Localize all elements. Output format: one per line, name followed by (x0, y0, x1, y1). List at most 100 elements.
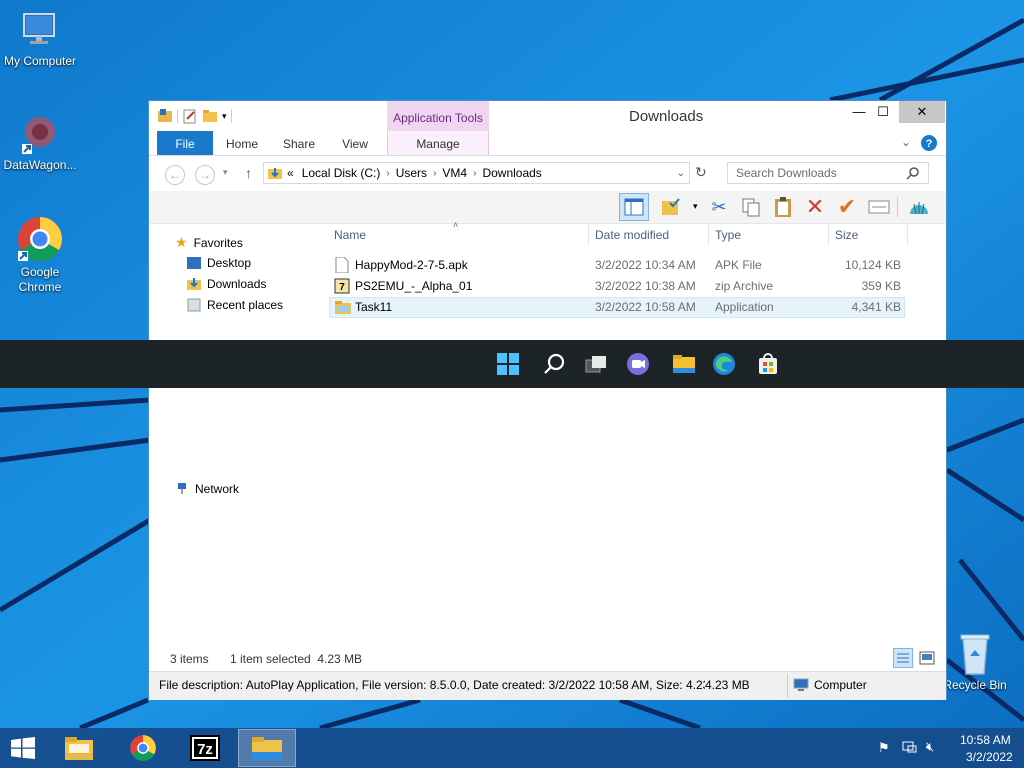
tab-view[interactable]: View (333, 131, 377, 155)
address-bar[interactable]: « Local Disk (C:) › Users › VM4 › Downlo… (263, 162, 690, 184)
ribbon-tabs: File Home Share View Manage ⌄ ? (149, 131, 946, 156)
quick-access-toolbar: ▾ (157, 108, 232, 124)
file-row[interactable]: 7 PS2EMU_-_Alpha_01 3/2/2022 10:38 AM zi… (329, 276, 905, 297)
store-icon[interactable] (756, 352, 780, 376)
edge-icon[interactable] (712, 352, 736, 376)
qat-dropdown-icon[interactable]: ▾ (222, 111, 227, 122)
datawagon-icon (22, 117, 55, 154)
file-explorer-icon[interactable] (672, 352, 696, 376)
rename-button[interactable]: ✔ (835, 194, 859, 219)
tab-home[interactable]: Home (219, 131, 265, 155)
clock-date[interactable]: 3/2/2022 (966, 750, 1013, 764)
tab-file[interactable]: File (157, 131, 213, 155)
maximize-button[interactable]: ☐ (867, 101, 899, 123)
preview-pane-button[interactable] (619, 193, 649, 221)
breadcrumb-separator-icon[interactable]: › (433, 168, 436, 179)
column-header-name[interactable]: Name (334, 228, 366, 242)
properties-button[interactable] (867, 195, 891, 219)
forward-button[interactable]: → (195, 165, 215, 185)
start-windows-icon[interactable] (496, 352, 520, 376)
action-center-flag-icon[interactable]: ⚑ (878, 740, 890, 756)
file-date: 3/2/2022 10:58 AM (595, 300, 696, 314)
file-size: 10,124 KB (844, 258, 901, 272)
computer-icon (793, 678, 809, 691)
navigation-pane: ★ Favorites Desktop Downloads Recent pla… (149, 224, 324, 634)
column-divider[interactable] (907, 224, 908, 246)
start-button[interactable] (0, 729, 46, 767)
close-button[interactable]: ✕ (899, 101, 945, 123)
tab-manage[interactable]: Manage (387, 131, 489, 155)
taskbar-explorer-active[interactable] (238, 729, 296, 767)
breadcrumb-separator-icon[interactable]: › (386, 168, 389, 179)
column-divider[interactable] (828, 224, 829, 246)
new-folder-icon[interactable] (202, 108, 218, 124)
desktop-icon-google-chrome[interactable]: Google Chrome (0, 215, 80, 295)
column-header-size[interactable]: Size (835, 228, 858, 242)
large-icons-view-icon[interactable] (919, 651, 935, 665)
properties-icon[interactable] (182, 108, 198, 124)
column-header-date[interactable]: Date modified (595, 228, 669, 242)
nav-recent-places[interactable]: Recent places (187, 298, 283, 312)
taskbar-7zip[interactable]: 7z (176, 729, 234, 767)
clock-time[interactable]: 10:58 AM (960, 733, 1011, 747)
breadcrumb-local-disk[interactable]: Local Disk (C:) (302, 166, 381, 180)
desktop-icon-my-computer[interactable]: My Computer (0, 8, 80, 69)
ribbon-expand-icon[interactable]: ⌄ (901, 135, 911, 149)
network-icon[interactable] (902, 741, 918, 755)
details-view-icon[interactable] (893, 648, 913, 668)
folder-properties-icon[interactable] (157, 108, 173, 124)
copy-button[interactable] (739, 195, 763, 219)
paste-button[interactable] (771, 195, 795, 219)
tab-share[interactable]: Share (275, 131, 323, 155)
shell-button[interactable] (907, 195, 931, 219)
nav-label: Network (195, 482, 240, 496)
title-bar[interactable]: ▾ Application Tools Downloads — ☐ ✕ (149, 101, 946, 131)
nav-downloads[interactable]: Downloads (187, 277, 266, 291)
column-divider[interactable] (708, 224, 709, 246)
svg-text:7z: 7z (197, 741, 213, 758)
details-bar: File description: AutoPlay Application, … (149, 671, 946, 700)
svg-text:7: 7 (339, 282, 345, 293)
file-type: zip Archive (715, 279, 774, 293)
status-bar: 3 items 1 item selected 4.23 MB (149, 647, 946, 669)
zip-icon: 7 (334, 278, 350, 294)
delete-button[interactable]: ✕ (803, 194, 827, 219)
address-dropdown-icon[interactable]: ⌄ (677, 168, 685, 179)
search-icon[interactable] (906, 167, 920, 181)
file-row-selected[interactable]: Task11 3/2/2022 10:58 AM Application 4,3… (329, 297, 905, 318)
taskbar-file-explorer[interactable] (50, 729, 108, 767)
nav-network[interactable]: Network (175, 482, 239, 496)
breadcrumb-users[interactable]: Users (396, 166, 427, 180)
search-icon[interactable] (542, 352, 566, 376)
back-button[interactable]: ← (165, 165, 185, 185)
up-button[interactable]: ↑ (245, 165, 252, 181)
delete-x-icon: ✕ (805, 194, 825, 219)
recent-locations-icon[interactable]: ▾ (223, 167, 228, 178)
nav-favorites[interactable]: ★ Favorites (175, 234, 243, 251)
address-prefix[interactable]: « (287, 166, 294, 180)
folder-options-dropdown-icon[interactable]: ▾ (693, 201, 698, 212)
properties-card-icon (868, 200, 890, 214)
search-input[interactable]: Search Downloads (727, 162, 929, 184)
column-header-type[interactable]: Type (715, 228, 741, 242)
downloads-folder-icon (187, 278, 201, 290)
breadcrumb-downloads[interactable]: Downloads (482, 166, 541, 180)
window-title: Downloads (629, 108, 704, 125)
refresh-icon[interactable]: ↻ (695, 164, 707, 181)
chat-icon[interactable] (626, 352, 650, 376)
desktop-icon-datawagon[interactable]: DataWagon... (0, 108, 80, 173)
desktop-icon-recycle-bin[interactable]: Recycle Bin (935, 630, 1015, 693)
folder-options-button[interactable] (659, 195, 683, 219)
checkmark-icon: ✔ (837, 194, 857, 219)
copy-icon (742, 198, 760, 217)
breadcrumb-vm4[interactable]: VM4 (442, 166, 467, 180)
column-divider[interactable] (588, 224, 589, 246)
nav-desktop[interactable]: Desktop (187, 256, 251, 270)
cut-button[interactable]: ✂ (707, 195, 731, 219)
breadcrumb-separator-icon[interactable]: › (473, 168, 476, 179)
help-icon[interactable]: ? (921, 135, 937, 151)
taskbar-chrome[interactable] (114, 729, 172, 767)
file-row[interactable]: HappyMod-2-7-5.apk 3/2/2022 10:34 AM APK… (329, 255, 905, 276)
volume-muted-icon[interactable]: 🔇︎ (926, 739, 934, 755)
task-view-icon[interactable] (584, 352, 608, 376)
